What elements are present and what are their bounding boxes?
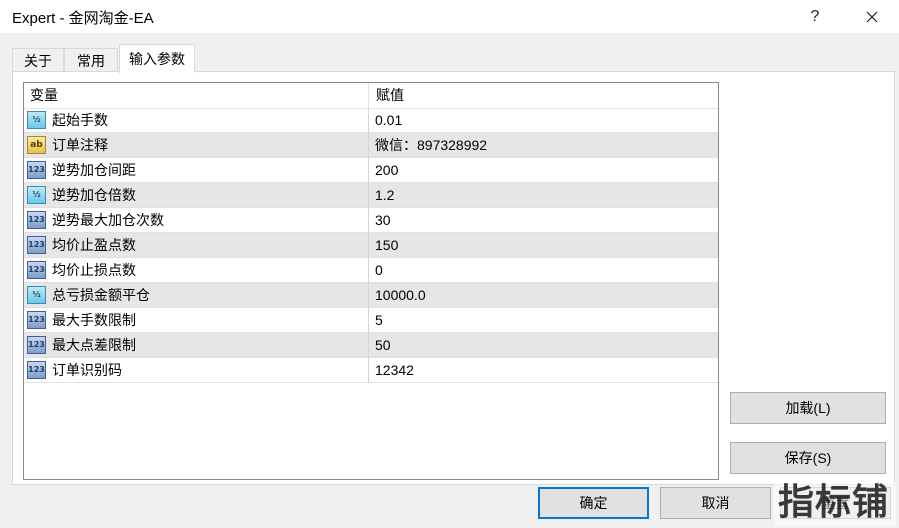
load-button[interactable]: 加载(L) <box>730 392 886 424</box>
double-type-icon: ½ <box>27 286 46 304</box>
column-divider <box>368 133 369 158</box>
column-divider <box>368 208 369 233</box>
column-divider <box>368 358 369 383</box>
column-divider <box>368 258 369 283</box>
table-row[interactable]: 123 均价止损点数 0 <box>24 258 718 283</box>
column-divider <box>368 233 369 258</box>
param-value[interactable]: 5 <box>375 308 383 333</box>
integer-type-icon: 123 <box>27 311 46 329</box>
integer-type-icon: 123 <box>27 336 46 354</box>
grid-header: 变量 赋值 <box>24 83 718 109</box>
table-row[interactable]: ½ 逆势加仓倍数 1.2 <box>24 183 718 208</box>
double-type-icon: ½ <box>27 186 46 204</box>
param-name: 总亏损金额平仓 <box>52 287 150 303</box>
table-row[interactable]: 123 最大点差限制 50 <box>24 333 718 358</box>
cancel-button[interactable]: 取消 <box>660 487 771 519</box>
table-row[interactable]: 123 逆势加仓间距 200 <box>24 158 718 183</box>
column-divider[interactable] <box>368 83 369 108</box>
header-variable[interactable]: 变量 <box>30 83 58 108</box>
title-bar: Expert - 金网淘金-EA ? <box>0 0 899 33</box>
header-value[interactable]: 赋值 <box>376 83 404 108</box>
integer-type-icon: 123 <box>27 261 46 279</box>
watermark-logo: 指标铺 <box>774 480 896 526</box>
param-name: 逆势最大加仓次数 <box>52 212 164 228</box>
parameters-grid[interactable]: 变量 赋值 ½ 起始手数 0.01 ab 订单注释 微信：897328992 123 逆势加仓… <box>23 82 719 480</box>
column-divider <box>368 183 369 208</box>
param-value[interactable]: 1.2 <box>375 183 394 208</box>
param-name: 最大点差限制 <box>52 337 136 353</box>
double-type-icon: ½ <box>27 111 46 129</box>
table-row[interactable]: ab 订单注释 微信：897328992 <box>24 133 718 158</box>
param-name: 订单识别码 <box>52 362 122 378</box>
column-divider <box>368 333 369 358</box>
tab-inputs[interactable]: 输入参数 <box>119 44 195 73</box>
param-name: 订单注释 <box>52 137 108 153</box>
table-row[interactable]: 123 最大手数限制 5 <box>24 308 718 333</box>
help-button[interactable]: ? <box>792 0 838 33</box>
save-button[interactable]: 保存(S) <box>730 442 886 474</box>
string-type-icon: ab <box>27 136 46 154</box>
column-divider <box>368 108 369 133</box>
param-value[interactable]: 50 <box>375 333 391 358</box>
param-value[interactable]: 30 <box>375 208 391 233</box>
param-name: 均价止损点数 <box>52 262 136 278</box>
param-name: 逆势加仓间距 <box>52 162 136 178</box>
param-value[interactable]: 150 <box>375 233 398 258</box>
param-name: 均价止盈点数 <box>52 237 136 253</box>
table-row[interactable]: 123 均价止盈点数 150 <box>24 233 718 258</box>
param-value[interactable]: 12342 <box>375 358 414 383</box>
param-value[interactable]: 200 <box>375 158 398 183</box>
integer-type-icon: 123 <box>27 236 46 254</box>
table-row[interactable]: 123 订单识别码 12342 <box>24 358 718 383</box>
param-name: 最大手数限制 <box>52 312 136 328</box>
table-row[interactable]: 123 逆势最大加仓次数 30 <box>24 208 718 233</box>
ok-button[interactable]: 确定 <box>538 487 649 519</box>
param-name: 起始手数 <box>52 112 108 128</box>
integer-type-icon: 123 <box>27 361 46 379</box>
param-name: 逆势加仓倍数 <box>52 187 136 203</box>
column-divider <box>368 158 369 183</box>
tab-common[interactable]: 常用 <box>64 48 118 72</box>
column-divider <box>368 308 369 333</box>
param-value[interactable]: 0.01 <box>375 108 402 133</box>
integer-type-icon: 123 <box>27 211 46 229</box>
integer-type-icon: 123 <box>27 161 46 179</box>
close-icon <box>866 11 878 22</box>
param-value[interactable]: 微信：897328992 <box>375 133 487 158</box>
window-title: Expert - 金网淘金-EA <box>12 10 154 27</box>
close-button[interactable] <box>849 0 895 33</box>
table-row[interactable]: ½ 总亏损金额平仓 10000.0 <box>24 283 718 308</box>
param-value[interactable]: 10000.0 <box>375 283 426 308</box>
tab-about[interactable]: 关于 <box>12 48 64 72</box>
column-divider <box>368 283 369 308</box>
table-row[interactable]: ½ 起始手数 0.01 <box>24 108 718 133</box>
param-value[interactable]: 0 <box>375 258 383 283</box>
